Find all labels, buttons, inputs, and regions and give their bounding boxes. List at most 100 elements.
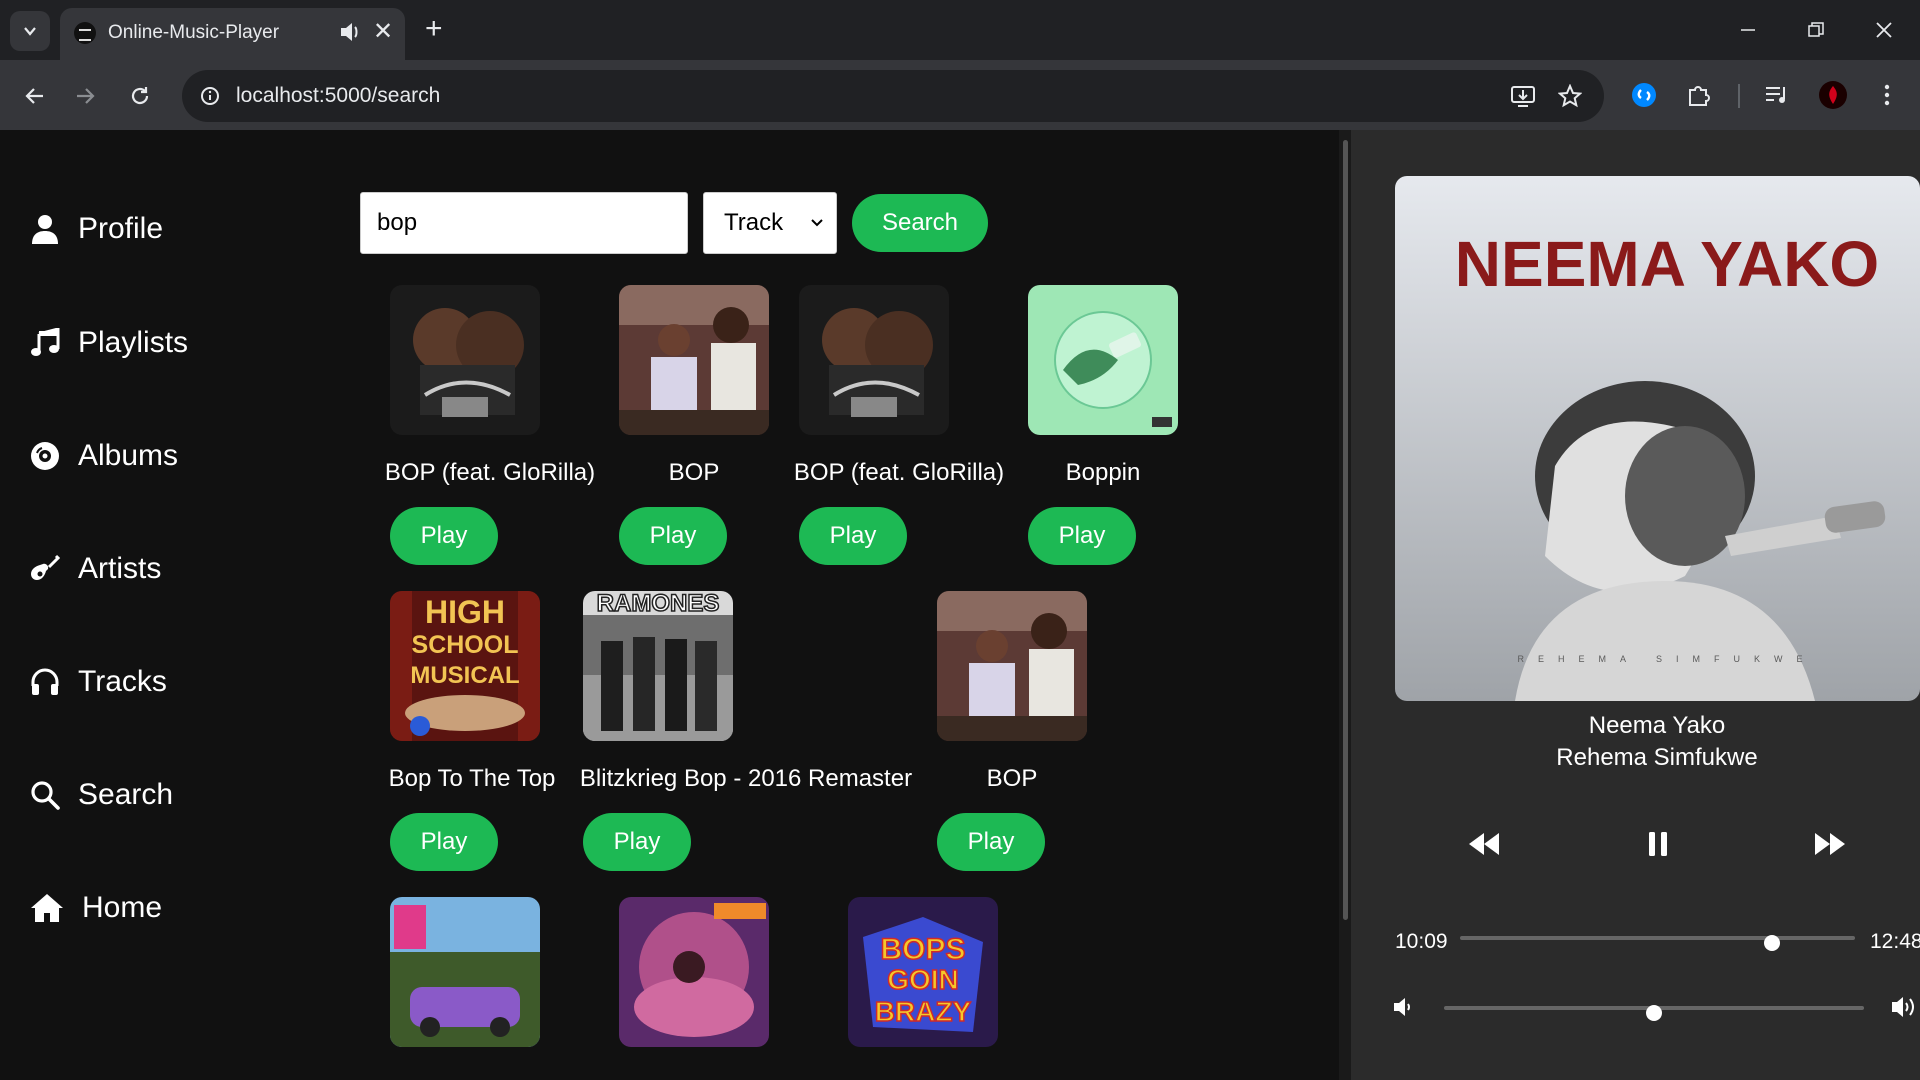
album-cover[interactable]: RAMONES [583,591,733,741]
sidebar-item-profile[interactable]: Profile [28,204,163,254]
disc-icon [28,439,62,473]
tab-title: Online-Music-Player [108,22,280,43]
search-input[interactable] [360,192,688,254]
chevron-down-icon [24,27,36,36]
browser-tab-bar: Online-Music-Player ✕ + [0,0,1920,60]
album-cover[interactable] [619,285,769,435]
sidebar-item-label: Profile [78,212,164,245]
profile-avatar-icon[interactable] [1816,78,1850,112]
sidebar-item-label: Albums [78,439,179,472]
elapsed-time: 10:09 [1395,930,1448,953]
sidebar: Profile Playlists Albums Artists Tracks [0,130,330,1080]
close-window-icon[interactable] [1864,12,1904,48]
forward-arrow-icon[interactable] [66,76,106,116]
track-title: Boppin [1065,459,1141,486]
menu-kebab-icon[interactable] [1870,78,1904,112]
play-button[interactable]: Play [937,813,1045,871]
track-title: BOP (feat. GloRilla) [793,459,1005,486]
sidebar-item-home[interactable]: Home [28,883,162,933]
svg-text:HIGH: HIGH [425,594,505,630]
now-playing-cover: NEEMA YAKO REHEMA SIMFUKWE [1395,176,1920,701]
play-button[interactable]: Play [619,507,727,565]
track-title: Blitzkrieg Bop - 2016 Remaster [579,765,913,792]
sidebar-item-label: Artists [78,552,162,585]
page-scrollbar[interactable] [1343,140,1348,920]
shazam-extension-icon[interactable] [1627,78,1661,112]
track-title: Bop To The Top [388,765,556,792]
pause-icon[interactable] [1636,822,1680,866]
album-cover[interactable]: BOPS GOIN BRAZY [848,897,998,1047]
back-arrow-icon[interactable] [14,76,54,116]
toolbar-separator [1738,84,1740,108]
new-tab-icon[interactable]: + [425,14,443,44]
svg-text:MUSICAL: MUSICAL [410,662,519,689]
extensions-puzzle-icon[interactable] [1682,78,1716,112]
chevron-down-icon [811,219,823,227]
cover-art-title: NEEMA YAKO [1455,228,1879,300]
album-cover[interactable] [1028,285,1178,435]
previous-track-icon[interactable] [1462,822,1506,866]
media-control-icon[interactable] [1760,78,1794,112]
svg-text:BOPS: BOPS [880,933,965,966]
tab-close-icon[interactable]: ✕ [373,18,393,46]
sidebar-item-search[interactable]: Search [28,770,173,820]
album-cover[interactable]: HIGH SCHOOL MUSICAL [390,591,540,741]
now-playing-artist: Rehema Simfukwe [1556,744,1758,771]
restore-icon[interactable] [1796,12,1836,48]
track-title: BOP (feat. GloRilla) [384,459,596,486]
sidebar-item-label: Home [82,891,163,924]
play-button[interactable]: Play [390,813,498,871]
search-type-select[interactable]: Track [703,192,837,254]
album-cover[interactable] [390,897,540,1047]
volume-low-icon[interactable] [1392,996,1416,1018]
album-cover[interactable] [937,591,1087,741]
home-icon [28,891,66,925]
spotify-favicon-icon [74,22,96,44]
svg-text:RAMONES: RAMONES [597,591,720,617]
play-button[interactable]: Play [583,813,691,871]
browser-tab[interactable]: Online-Music-Player ✕ [60,8,405,60]
page-content: Profile Playlists Albums Artists Tracks [0,130,1920,1080]
bookmark-star-icon[interactable] [1554,80,1586,112]
progress-slider-thumb[interactable] [1764,935,1781,951]
speaker-icon[interactable] [338,18,362,46]
minimize-icon[interactable] [1728,12,1768,48]
search-icon [28,778,62,812]
svg-text:GOIN: GOIN [887,964,959,995]
play-button[interactable]: Play [390,507,498,565]
sidebar-item-artists[interactable]: Artists [28,544,161,594]
sidebar-item-albums[interactable]: Albums [28,431,178,481]
browser-toolbar: localhost:5000/search [0,60,1920,130]
svg-text:BRAZY: BRAZY [875,996,972,1027]
tab-search-dropdown[interactable] [10,11,50,51]
progress-slider[interactable] [1460,936,1855,940]
sidebar-item-label: Search [78,778,174,811]
user-icon [28,212,62,246]
total-duration: 12:48 [1870,930,1920,953]
install-app-icon[interactable] [1507,80,1539,112]
album-cover[interactable] [619,897,769,1047]
play-button[interactable]: Play [799,507,907,565]
next-track-icon[interactable] [1808,822,1852,866]
address-bar[interactable]: localhost:5000/search [182,70,1604,122]
site-info-icon[interactable] [194,80,226,112]
svg-text:SCHOOL: SCHOOL [412,631,519,659]
volume-high-icon[interactable] [1890,994,1918,1020]
album-cover[interactable] [799,285,949,435]
sidebar-item-tracks[interactable]: Tracks [28,657,167,707]
guitar-icon [28,552,62,586]
now-playing-title: Neema Yako [1588,712,1726,739]
search-button[interactable]: Search [852,194,988,252]
sidebar-item-label: Tracks [78,665,167,698]
cover-art-subtitle: REHEMA SIMFUKWE [1517,654,1816,664]
sidebar-item-playlists[interactable]: Playlists [28,318,188,368]
headphones-icon [28,665,62,699]
track-title: BOP [668,459,720,486]
volume-slider-thumb[interactable] [1646,1005,1662,1021]
play-button[interactable]: Play [1028,507,1136,565]
url-text: localhost:5000/search [236,84,441,107]
album-cover[interactable] [390,285,540,435]
search-type-value: Track [724,209,784,236]
track-title: BOP [986,765,1038,792]
reload-icon[interactable] [120,76,160,116]
